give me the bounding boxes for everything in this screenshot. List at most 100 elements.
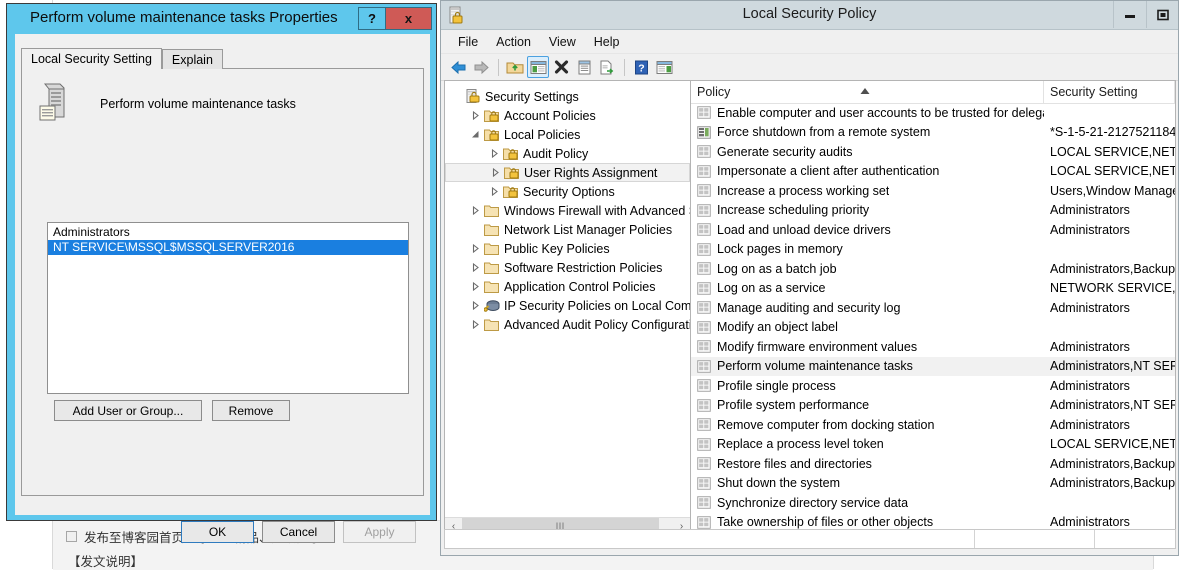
status-bar-third-panel [1095,530,1175,548]
minimize-button[interactable] [1113,1,1146,28]
status-bar-second-panel [975,530,1095,548]
chevron-right-icon[interactable] [487,187,502,196]
column-header-policy[interactable]: Policy [691,81,1044,103]
maximize-button[interactable] [1146,1,1179,28]
tree-item-local-policies[interactable]: Local Policies [445,125,690,144]
chevron-right-icon[interactable] [468,206,483,215]
post-note-label-row: 【发文说明】 [68,551,143,570]
menu-action[interactable]: Action [487,32,540,52]
back-arrow-icon[interactable] [447,56,469,78]
menu-help[interactable]: Help [585,32,629,52]
policy-name-text: Log on as a batch job [717,261,837,276]
policy-name-cell: Manage auditing and security log [691,301,1044,315]
tree-item-advanced-audit-policy-configuration[interactable]: Advanced Audit Policy Configuration [445,315,690,334]
chevron-down-icon[interactable] [468,130,483,139]
assigned-members-listbox[interactable]: Administrators NT SERVICE\MSSQL$MSSQLSERV… [47,222,409,394]
policy-row[interactable]: Impersonate a client after authenticatio… [691,162,1175,182]
add-user-or-group-button[interactable]: Add User or Group... [54,400,202,421]
remove-button[interactable]: Remove [212,400,290,421]
member-list-item[interactable]: NT SERVICE\MSSQL$MSSQLSERVER2016 [48,240,408,255]
help-question-icon[interactable]: ? [630,56,652,78]
policy-name-text: Restore files and directories [717,456,872,471]
policy-right-icon [695,398,713,412]
cancel-button[interactable]: Cancel [262,521,335,543]
menu-view[interactable]: View [540,32,585,52]
policy-row[interactable]: Force shutdown from a remote system *S-1-… [691,123,1175,143]
policy-row[interactable]: Log on as a batch job Administrators,Back… [691,259,1175,279]
help-button[interactable]: ? [358,7,386,30]
policy-name-text: Increase scheduling priority [717,203,870,218]
policy-name-text: Profile system performance [717,398,870,413]
policy-row[interactable]: Restore files and directories Administrat… [691,454,1175,474]
local-security-setting-panel: Perform volume maintenance tasks Adminis… [21,68,424,496]
ok-button[interactable]: OK [181,521,254,543]
chevron-right-icon[interactable] [468,244,483,253]
tree-item-security-settings[interactable]: Security Settings [445,87,690,106]
policy-right-icon [695,301,713,315]
policy-row[interactable]: Profile system performance Administrators… [691,396,1175,416]
up-folder-icon[interactable] [504,56,526,78]
policy-row[interactable]: Increase a process working set Users,Wind… [691,181,1175,201]
mmc-window-title: Local Security Policy [742,6,877,22]
policy-name-cell: Perform volume maintenance tasks [691,359,1044,373]
tree-item-audit-policy[interactable]: Audit Policy [445,144,690,163]
tree-item-security-options[interactable]: Security Options [445,182,690,201]
policy-row[interactable]: Enable computer and user accounts to be … [691,103,1175,123]
column-header-security-setting-label: Security Setting [1050,85,1138,99]
tree-item-application-control-policies[interactable]: Application Control Policies [445,277,690,296]
tree-item-software-restriction-policies[interactable]: Software Restriction Policies [445,258,690,277]
policy-name-text: Take ownership of files or other objects [717,515,934,530]
policy-row[interactable]: Perform volume maintenance tasks Administ… [691,356,1175,376]
chevron-right-icon[interactable] [487,149,502,158]
policy-row[interactable]: Generate security audits LOCAL SERVICE,NE… [691,142,1175,162]
policy-row[interactable]: Synchronize directory service data [691,493,1175,513]
tree-item-public-key-policies[interactable]: Public Key Policies [445,239,690,258]
delete-x-icon[interactable] [550,56,572,78]
policy-row[interactable]: Modify firmware environment values Admini… [691,337,1175,357]
policy-row[interactable]: Profile single process Administrators [691,376,1175,396]
policy-row[interactable]: Load and unload device drivers Administra… [691,220,1175,240]
chevron-right-icon[interactable] [488,168,503,177]
ip-security-icon [483,298,500,313]
tab-explain[interactable]: Explain [161,49,223,69]
policy-folder-icon [502,146,519,161]
policy-row[interactable]: Replace a process level token LOCAL SERVI… [691,435,1175,455]
chevron-right-icon[interactable] [468,320,483,329]
tree-item-ip-security-policies-on-local-compute[interactable]: IP Security Policies on Local Compute [445,296,690,315]
tree-item-account-policies[interactable]: Account Policies [445,106,690,125]
policy-row[interactable]: Modify an object label [691,318,1175,338]
tree-item-network-list-manager-policies[interactable]: Network List Manager Policies [445,220,690,239]
policy-name-cell: Profile system performance [691,398,1044,412]
forward-arrow-icon[interactable] [470,56,492,78]
actions-pane-icon[interactable] [653,56,675,78]
console-tree-icon[interactable] [527,56,549,78]
tree-item-windows-firewall-with-advanced-secu[interactable]: Windows Firewall with Advanced Secu [445,201,690,220]
mmc-title-bar[interactable]: Local Security Policy [441,1,1178,30]
properties-title-bar[interactable]: Perform volume maintenance tasks Propert… [7,4,436,34]
chevron-right-icon[interactable] [468,282,483,291]
mmc-menu-bar: File Action View Help [441,30,1178,54]
menu-file[interactable]: File [449,32,487,52]
policy-row[interactable]: Log on as a service NETWORK SERVICE,FAR. [691,279,1175,299]
chevron-right-icon[interactable] [468,263,483,272]
policy-row[interactable]: Shut down the system Administrators,Backu… [691,474,1175,494]
properties-icon[interactable] [573,56,595,78]
policy-right-icon [695,106,713,120]
tree-item-user-rights-assignment[interactable]: User Rights Assignment [445,163,690,182]
policy-name-cell: Restore files and directories [691,457,1044,471]
policy-name-cell: Modify firmware environment values [691,340,1044,354]
member-list-item[interactable]: Administrators [48,225,408,240]
policy-row[interactable]: Lock pages in memory [691,240,1175,260]
tab-local-security-setting[interactable]: Local Security Setting [21,48,162,69]
export-list-icon[interactable] [596,56,618,78]
chevron-right-icon[interactable] [468,301,483,310]
policy-row[interactable]: Manage auditing and security log Administ… [691,298,1175,318]
policy-row[interactable]: Remove computer from docking station Admi… [691,415,1175,435]
policy-name-cell: Force shutdown from a remote system [691,125,1044,139]
policy-name-text: Replace a process level token [717,437,884,452]
chevron-right-icon[interactable] [468,111,483,120]
close-button[interactable]: x [386,7,432,30]
policy-row[interactable]: Increase scheduling priority Administrato… [691,201,1175,221]
column-header-security-setting[interactable]: Security Setting [1044,81,1175,103]
local-security-policy-window: Local Security Policy File Action View H… [440,0,1179,556]
